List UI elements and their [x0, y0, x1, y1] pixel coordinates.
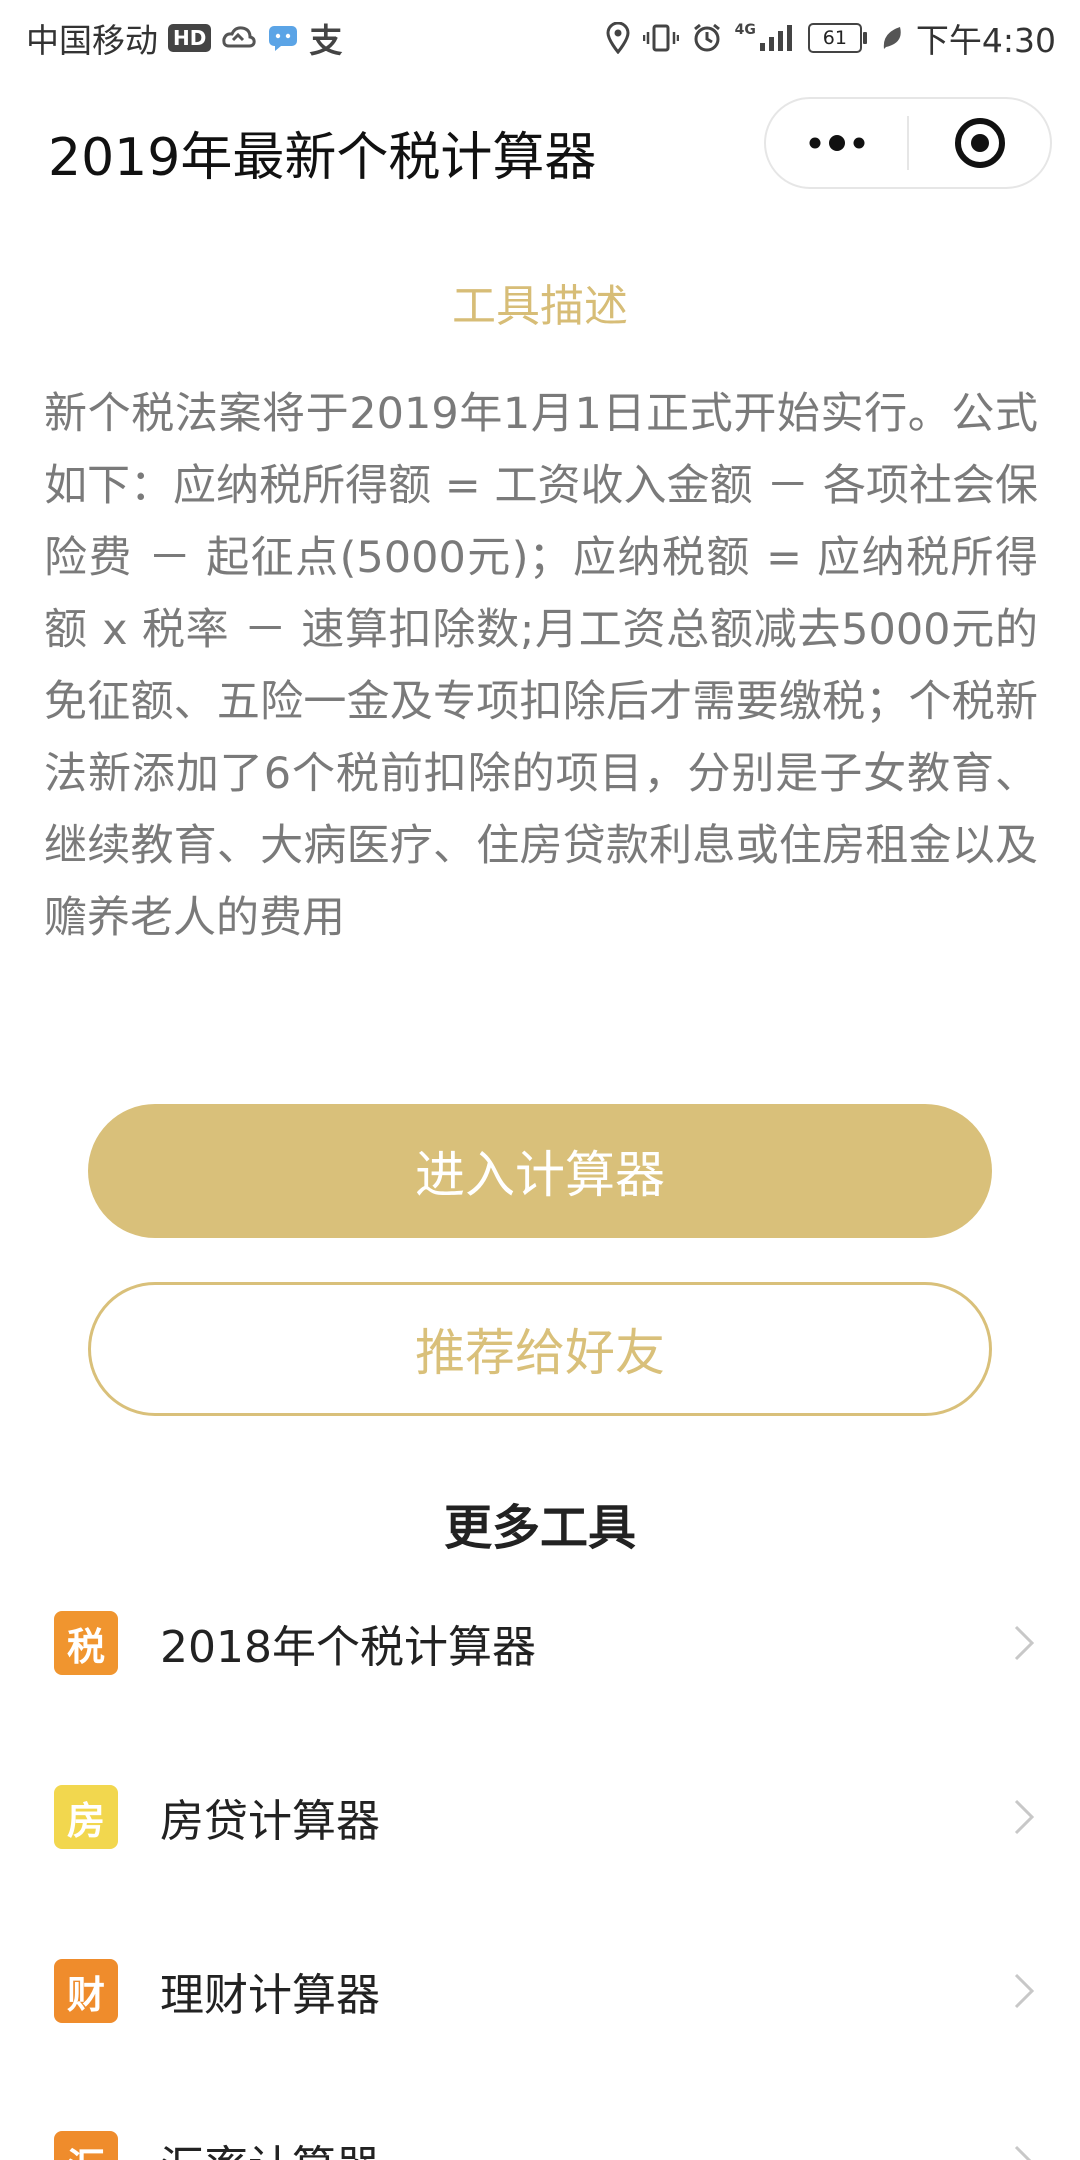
- mini-program-capsule: [764, 97, 1052, 189]
- finance-badge-icon: 财: [54, 1959, 118, 2023]
- tool-item-label: 汇率计算器: [160, 2131, 380, 2160]
- house-badge-icon: 房: [54, 1785, 118, 1849]
- tool-item-mortgage-calculator[interactable]: 房 房贷计算器: [0, 1752, 1080, 1882]
- more-menu-button[interactable]: [766, 99, 907, 187]
- chevron-right-icon: [1004, 2143, 1044, 2160]
- message-app-icon: [267, 24, 299, 52]
- chevron-right-icon: [1004, 1623, 1044, 1663]
- hd-icon: HD: [168, 23, 212, 52]
- network-type-label: 4G: [734, 21, 756, 38]
- location-icon: [605, 21, 631, 54]
- tool-description-title: 工具描述: [452, 281, 628, 332]
- signal-icon: 4G: [735, 23, 796, 53]
- status-bar: 中国移动 HD 支 4G 61 下午4:30: [0, 0, 1080, 75]
- target-close-icon: [954, 118, 1005, 168]
- tool-item-label: 2018年个税计算器: [160, 1622, 536, 1673]
- close-button[interactable]: [909, 99, 1050, 187]
- leaf-icon: [880, 25, 904, 51]
- battery-icon: 61: [807, 22, 867, 53]
- chevron-right-icon: [1004, 1797, 1044, 1837]
- screen: 中国移动 HD 支 4G 61 下午4:30 2019年最新个税计算器 工具描述…: [0, 0, 1080, 2160]
- tool-item-label: 房贷计算器: [160, 1796, 380, 1847]
- more-dots-icon: [809, 135, 864, 151]
- tax-badge-icon: 税: [54, 1611, 118, 1675]
- status-bar-right: 4G 61 下午4:30: [605, 14, 1080, 62]
- carrier-label: 中国移动: [26, 20, 158, 60]
- exchange-badge-icon: 汇: [54, 2131, 118, 2160]
- share-to-friend-button[interactable]: 推荐给好友: [88, 1282, 992, 1416]
- alipay-icon: 支: [309, 20, 343, 60]
- page-title: 2019年最新个税计算器: [48, 128, 597, 188]
- cloud-sync-icon: [221, 24, 257, 52]
- status-bar-left: 中国移动 HD 支: [0, 14, 342, 62]
- tool-item-exchange-rate-calculator[interactable]: 汇 汇率计算器: [0, 2098, 1080, 2160]
- tool-item-label: 理财计算器: [160, 1970, 380, 2021]
- tool-item-2018-tax-calculator[interactable]: 税 2018年个税计算器: [0, 1578, 1080, 1708]
- chevron-right-icon: [1004, 1971, 1044, 2011]
- navigation-bar: 2019年最新个税计算器: [0, 75, 1080, 215]
- more-tools-title: 更多工具: [443, 1500, 636, 1556]
- vibrate-icon: [642, 23, 679, 53]
- open-calculator-button[interactable]: 进入计算器: [88, 1104, 992, 1238]
- clock-time: 下午4:30: [915, 20, 1056, 60]
- tool-description-text: 新个税法案将于2019年1月1日正式开始实行。公式如下：应纳税所得额 = 工资收…: [44, 389, 1038, 943]
- alarm-icon: [691, 22, 723, 54]
- tool-item-finance-calculator[interactable]: 财 理财计算器: [0, 1926, 1080, 2056]
